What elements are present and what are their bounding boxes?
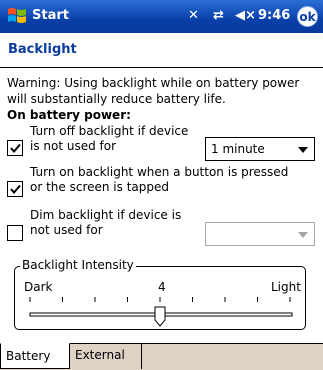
- tab-bar: Battery External: [0, 343, 323, 370]
- tab-battery[interactable]: Battery: [0, 343, 70, 369]
- tab-external[interactable]: External: [70, 343, 142, 369]
- slider-ticks: [29, 297, 291, 302]
- slider-thumb[interactable]: [154, 306, 166, 327]
- intensity-slider[interactable]: [0, 0, 323, 370]
